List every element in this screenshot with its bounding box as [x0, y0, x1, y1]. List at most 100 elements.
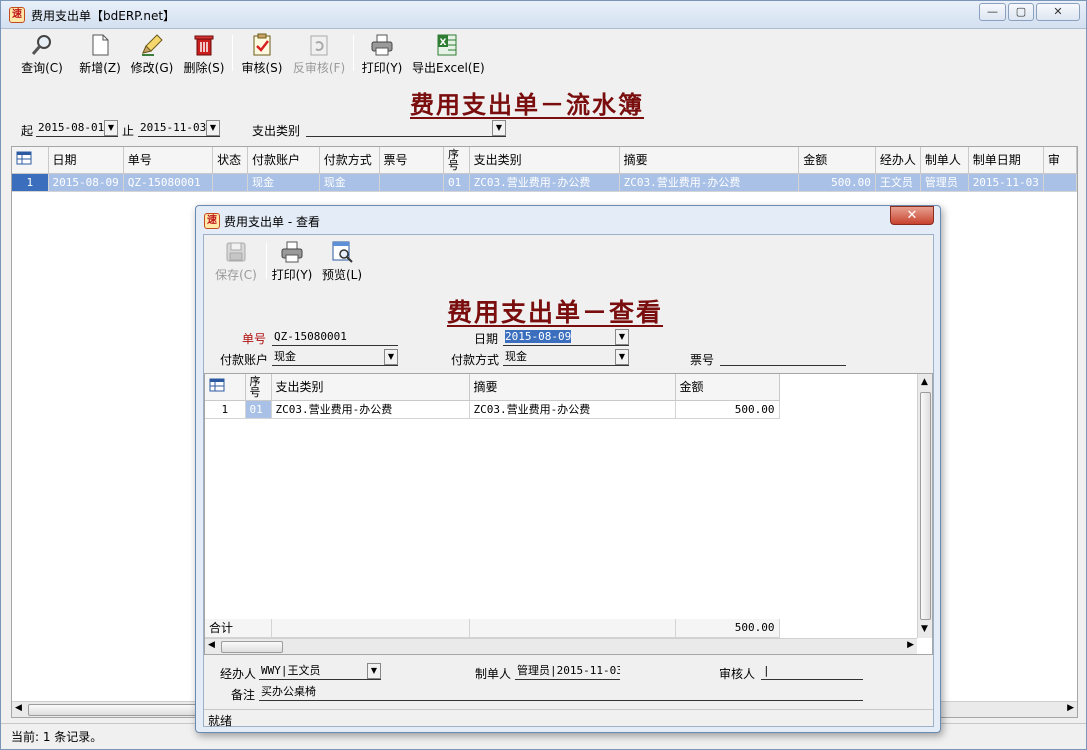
printer-icon: [281, 241, 303, 263]
edit-icon: [142, 34, 163, 56]
handler-value: WWY|王文员: [261, 664, 321, 677]
approve-button[interactable]: 审核(S): [240, 31, 284, 76]
export-excel-button[interactable]: X 导出Excel(E): [412, 31, 485, 76]
detail-horizontal-scrollbar[interactable]: ◀ ▶: [205, 638, 917, 654]
col-category[interactable]: 支出类别: [271, 374, 470, 401]
col-seq[interactable]: 序号: [245, 374, 272, 401]
minimize-button[interactable]: —: [979, 3, 1006, 21]
delete-button[interactable]: 删除(S): [182, 31, 226, 76]
detail-vertical-scrollbar[interactable]: ▲ ▼: [917, 374, 932, 638]
cell-date: 2015-08-09: [48, 173, 124, 192]
total-amount: 500.00: [675, 619, 780, 638]
save-icon: [226, 242, 246, 262]
from-date-combo[interactable]: 2015-08-01 ▼: [36, 120, 118, 137]
col-status[interactable]: 状态: [212, 147, 248, 174]
col-audit[interactable]: 审: [1043, 147, 1077, 174]
new-button[interactable]: 新增(Z): [78, 31, 122, 76]
col-ticket[interactable]: 票号: [379, 147, 444, 174]
cell-method: 现金: [319, 173, 380, 192]
col-amount[interactable]: 金额: [798, 147, 876, 174]
scrollbar-thumb[interactable]: [28, 704, 208, 716]
cell-category: ZC03.营业费用-办公费: [469, 173, 620, 192]
ticket-field[interactable]: [720, 349, 846, 366]
scrollbar-thumb[interactable]: [920, 392, 931, 620]
note-field[interactable]: 买办公桌椅: [259, 684, 863, 701]
method-label: 付款方式: [451, 353, 500, 367]
method-combo[interactable]: 现金 ▼: [503, 349, 629, 366]
cell-account: 现金: [247, 173, 320, 192]
handler-combo[interactable]: WWY|王文员 ▼: [259, 663, 381, 680]
scroll-left-icon[interactable]: ◀: [15, 703, 22, 713]
save-button[interactable]: 保存(C): [214, 238, 258, 283]
category-combo[interactable]: ▼: [306, 120, 506, 137]
col-method[interactable]: 付款方式: [319, 147, 380, 174]
grid-corner[interactable]: [205, 374, 246, 401]
total-label: 合计: [205, 619, 272, 638]
main-titlebar[interactable]: 速 费用支出单【bdERP.net】 — ▢ ✕: [1, 1, 1086, 29]
record-count: 当前: 1 条记录。: [11, 730, 103, 744]
chevron-down-icon[interactable]: ▼: [206, 120, 220, 136]
chevron-down-icon[interactable]: ▼: [492, 120, 506, 136]
col-amount[interactable]: 金额: [675, 374, 780, 401]
table-row[interactable]: 1 01 ZC03.营业费用-办公费 ZC03.营业费用-办公费 500.00: [205, 400, 780, 419]
col-handler[interactable]: 经办人: [875, 147, 921, 174]
col-doc[interactable]: 单号: [123, 147, 214, 174]
dialog-status: 就绪: [208, 714, 233, 728]
to-date-combo[interactable]: 2015-11-03 ▼: [138, 120, 220, 137]
edit-button[interactable]: 修改(G): [130, 31, 174, 76]
scroll-down-icon[interactable]: ▼: [921, 624, 928, 634]
col-maker[interactable]: 制单人: [920, 147, 969, 174]
doc-field[interactable]: QZ-15080001: [272, 329, 398, 346]
row-number: 1: [205, 400, 246, 419]
print-button[interactable]: 打印(Y): [360, 31, 404, 76]
unapprove-label: 反审核(F): [292, 61, 346, 75]
date-combo[interactable]: 2015-08-09 ▼: [503, 329, 629, 346]
to-date-value: 2015-11-03: [140, 121, 207, 134]
grid-corner[interactable]: [12, 147, 49, 174]
chevron-down-icon[interactable]: ▼: [104, 120, 118, 136]
table-row[interactable]: 1 2015-08-09 QZ-15080001 现金 现金 01 ZC03.营…: [12, 173, 1077, 192]
main-toolbar: 查询(C) 新增(Z) 修改(G) 删除(S) 审核(S) 反审核(F) 打印(…: [10, 31, 1078, 76]
auditor-field[interactable]: |: [761, 663, 863, 680]
chevron-down-icon[interactable]: ▼: [367, 663, 381, 679]
main-grid-header: 日期 单号 状态 付款账户 付款方式 票号 序号 支出类别 摘要 金额 经办人 …: [12, 147, 1077, 174]
col-summary[interactable]: 摘要: [469, 374, 676, 401]
cell-status: [212, 173, 248, 192]
col-date[interactable]: 日期: [48, 147, 124, 174]
unapprove-button[interactable]: 反审核(F): [292, 31, 346, 76]
scroll-right-icon[interactable]: ▶: [907, 640, 914, 650]
maximize-button[interactable]: ▢: [1008, 3, 1034, 21]
cell-ticket: [379, 173, 444, 192]
trash-icon: [194, 35, 214, 56]
col-make-date[interactable]: 制单日期: [968, 147, 1044, 174]
col-summary[interactable]: 摘要: [619, 147, 800, 174]
from-label: 起: [21, 124, 34, 138]
total-empty: [469, 619, 676, 638]
scroll-left-icon[interactable]: ◀: [208, 640, 215, 650]
dialog-close-button[interactable]: ✕: [890, 206, 934, 225]
cell-category: ZC03.营业费用-办公费: [271, 400, 470, 419]
dialog-print-button[interactable]: 打印(Y): [270, 238, 314, 283]
scroll-right-icon[interactable]: ▶: [1067, 703, 1074, 713]
dialog-statusbar: 就绪: [204, 709, 933, 728]
view-dialog: 速 费用支出单 - 查看 ✕ 保存(C) 打印(Y) 预览(L) 费用支出单－查…: [195, 205, 941, 733]
maker-label: 制单人: [475, 667, 512, 681]
row-number: 1: [12, 173, 49, 192]
chevron-down-icon[interactable]: ▼: [384, 349, 398, 365]
col-seq[interactable]: 序号: [443, 147, 470, 174]
scroll-up-icon[interactable]: ▲: [921, 377, 928, 387]
close-button[interactable]: ✕: [1036, 3, 1080, 21]
detail-grid[interactable]: 序号 支出类别 摘要 金额 1 01 ZC03.营业费用-办公费 ZC03.营业…: [204, 373, 933, 655]
unapprove-icon: [310, 35, 328, 56]
account-combo[interactable]: 现金 ▼: [272, 349, 398, 366]
dialog-report-title: 费用支出单－查看: [447, 298, 664, 327]
chevron-down-icon[interactable]: ▼: [615, 329, 629, 345]
col-account[interactable]: 付款账户: [247, 147, 320, 174]
preview-button[interactable]: 预览(L): [320, 238, 364, 283]
detail-total-table: 合计 500.00: [205, 619, 780, 638]
query-button[interactable]: 查询(C): [20, 31, 64, 76]
chevron-down-icon[interactable]: ▼: [615, 349, 629, 365]
preview-icon: [332, 241, 353, 263]
col-category[interactable]: 支出类别: [469, 147, 620, 174]
scrollbar-thumb[interactable]: [221, 641, 283, 653]
